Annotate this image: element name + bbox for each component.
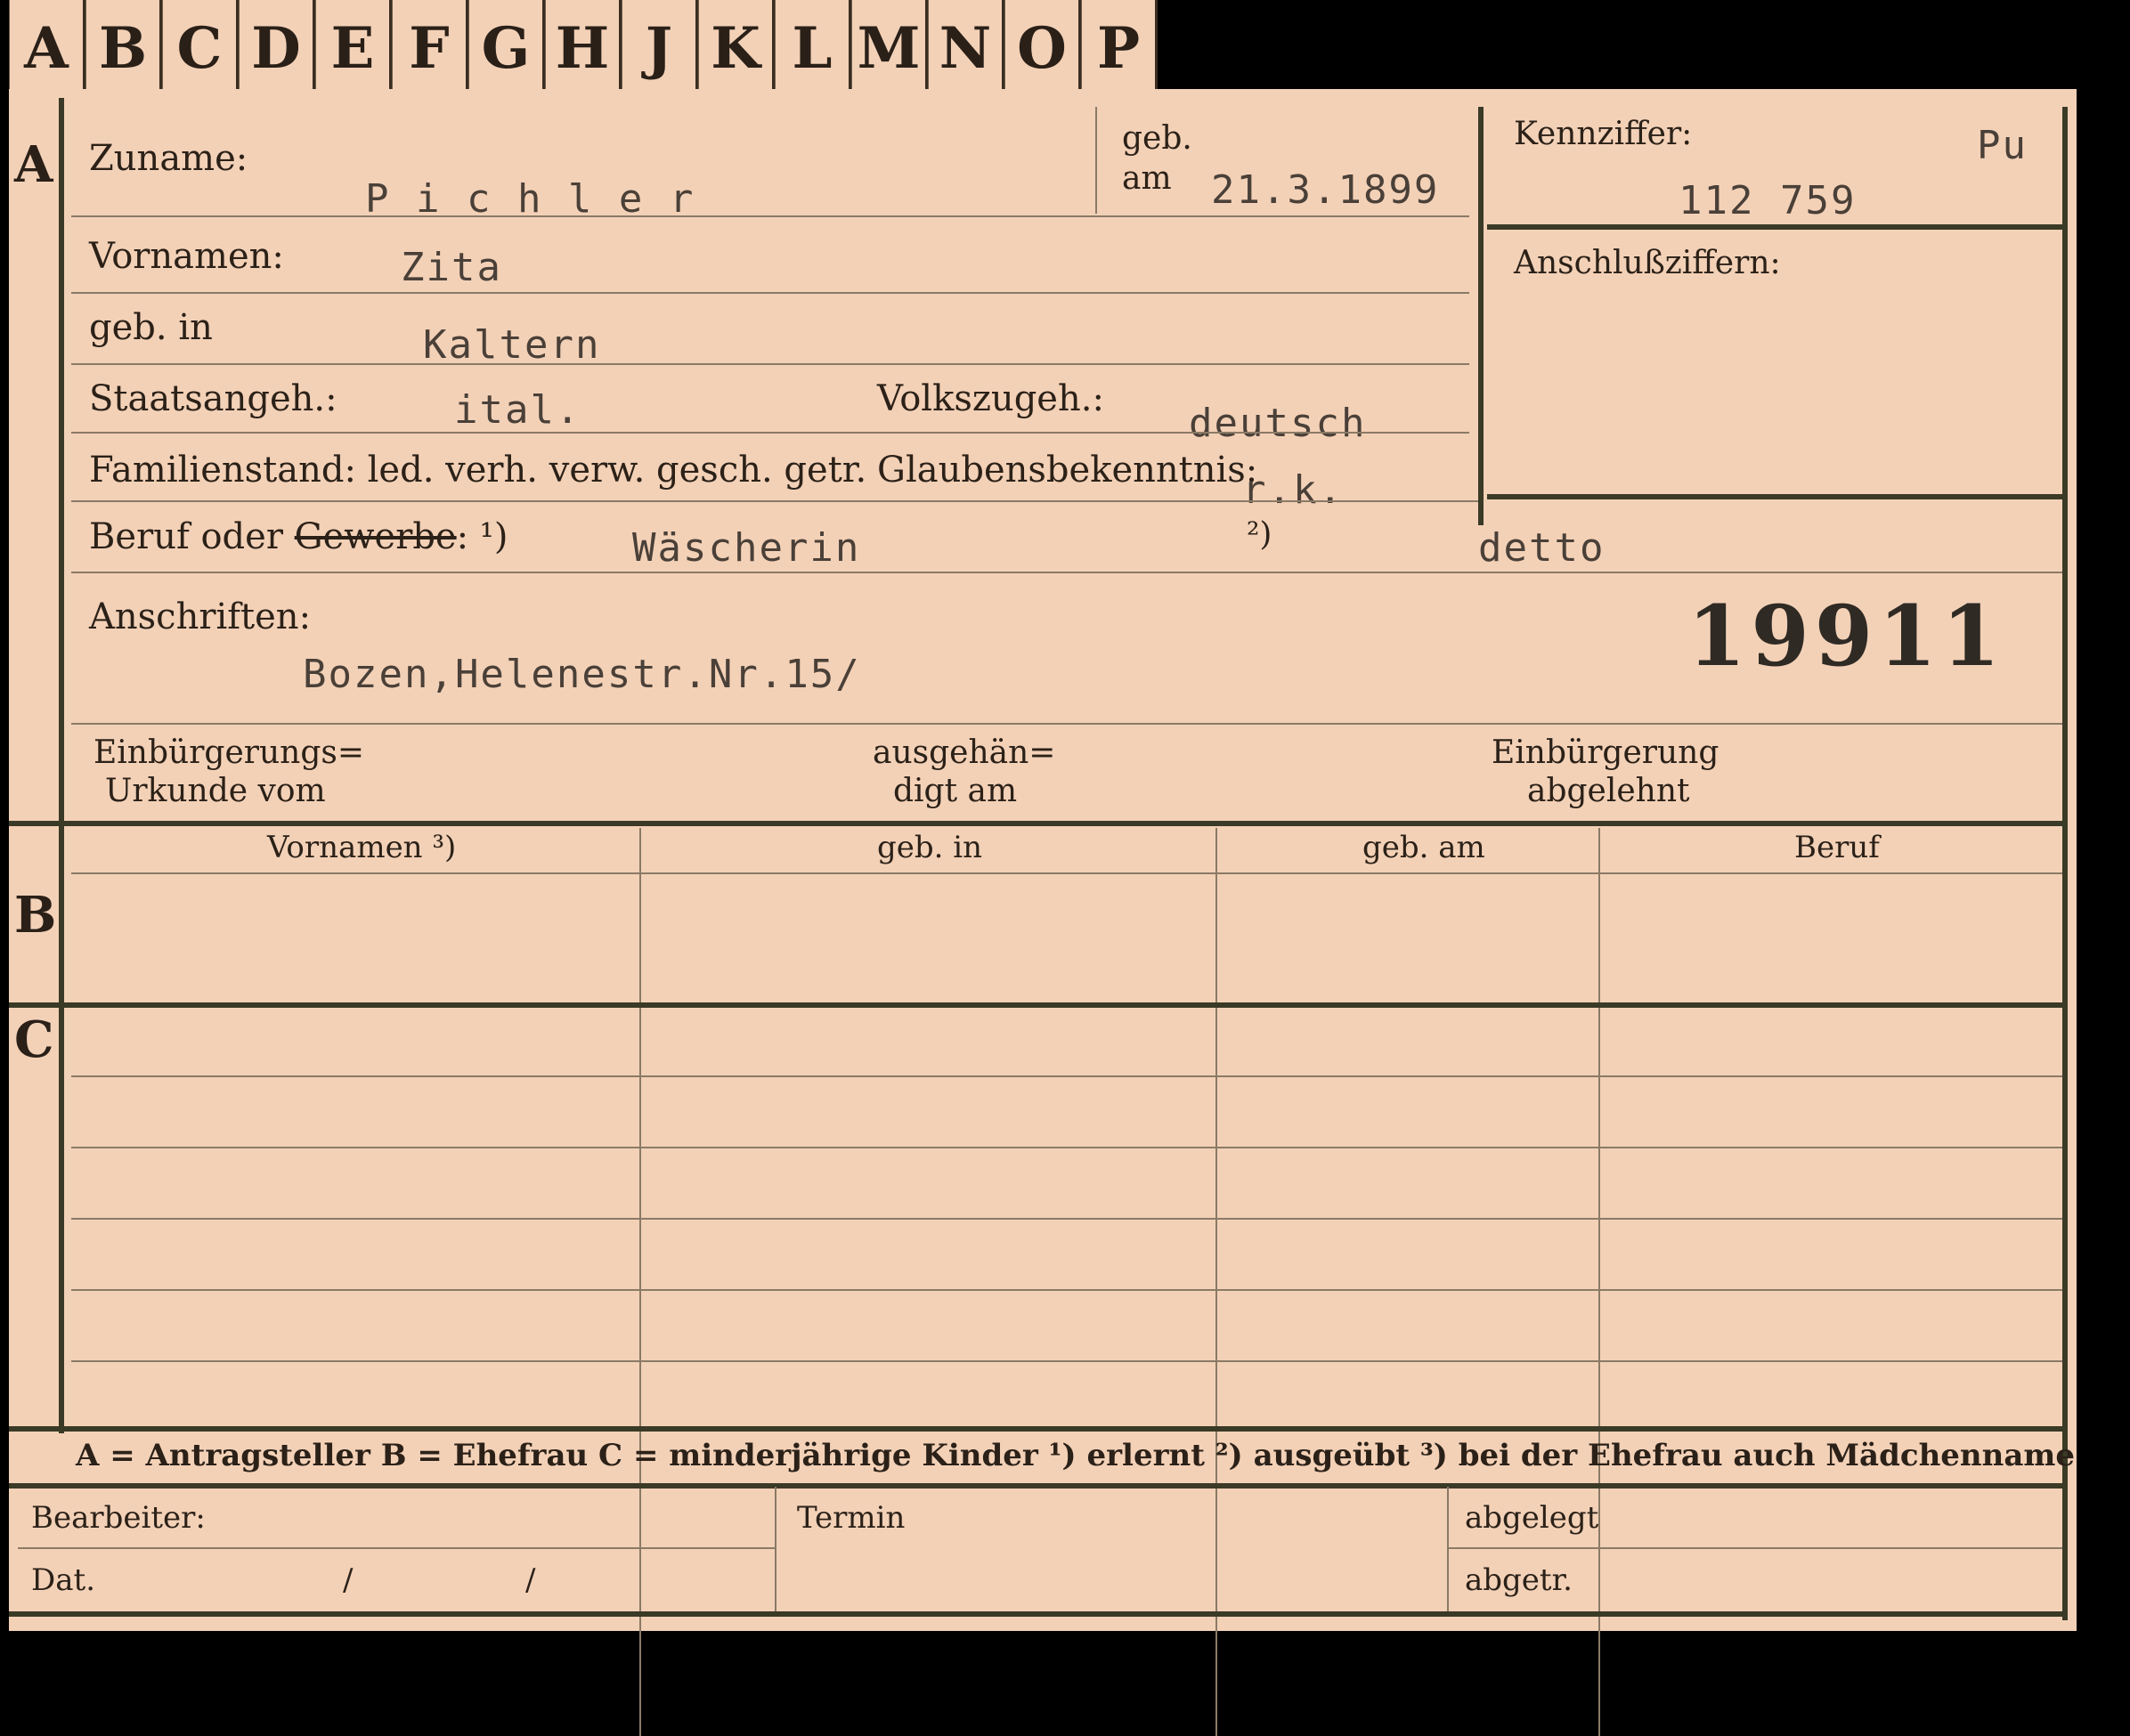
index-tab-l[interactable]: L <box>775 0 851 96</box>
divider <box>1095 107 1097 214</box>
staatsangeh-value: ital. <box>454 387 581 433</box>
legend: A = Antragsteller B = Ehefrau C = minder… <box>76 1438 2075 1473</box>
index-tab-c[interactable]: C <box>162 0 239 96</box>
volkszugeh-label: Volkszugeh.: <box>877 378 1104 419</box>
col-divider <box>1215 828 1217 1736</box>
col-beruf-header: Beruf <box>1794 830 1880 865</box>
row-line <box>71 1075 2062 1077</box>
index-tab-d[interactable]: D <box>239 0 315 96</box>
familienstand-label: Familienstand: led. verh. verw. gesch. g… <box>89 450 867 491</box>
termin-label: Termin <box>797 1500 906 1536</box>
row-line <box>71 1218 2062 1220</box>
section-a-marker: A <box>14 135 53 194</box>
card-bottom-border <box>9 1611 2068 1617</box>
gewerbe-struck: Gewerbe <box>294 516 457 557</box>
header-line <box>71 872 2062 874</box>
legend-bottom-border <box>9 1483 2062 1489</box>
abgetr-label: abgetr. <box>1465 1562 1573 1598</box>
index-tab-g[interactable]: G <box>468 0 545 96</box>
beruf-ausgeuebt-value: detto <box>1478 525 1606 571</box>
ausgehaengt-label-1: ausgehän= <box>873 734 1056 771</box>
section-divider-bc <box>9 1002 2062 1008</box>
am-label: am <box>1122 160 1172 197</box>
index-tab-o[interactable]: O <box>1004 0 1081 96</box>
index-tab-m[interactable]: M <box>851 0 928 96</box>
index-tabs: ABCDEFGHJKLMNOP <box>9 0 1158 102</box>
line <box>71 363 1469 365</box>
beruf-note: : ¹) <box>456 516 508 557</box>
col-divider <box>639 828 641 1736</box>
line <box>18 1547 775 1549</box>
index-tab-f[interactable]: F <box>392 0 468 96</box>
date-slash: / <box>525 1562 536 1598</box>
col-divider <box>1598 828 1600 1736</box>
kennziffer-box-left <box>1478 107 1484 525</box>
col-divider <box>775 1487 776 1611</box>
geb-label: geb. <box>1122 120 1192 157</box>
bearbeiter-label: Bearbeiter: <box>31 1500 206 1536</box>
col-vornamen-header: Vornamen ³) <box>267 830 457 865</box>
index-tab-k[interactable]: K <box>698 0 775 96</box>
anschrift-value: Bozen,Helenestr.Nr.15/ <box>303 652 861 697</box>
index-tab-j[interactable]: J <box>622 0 698 96</box>
col-geb-am-header: geb. am <box>1362 830 1485 865</box>
glaubensbekenntnis-label: Glaubensbekenntnis: <box>877 450 1258 491</box>
col-geb-in-header: geb. in <box>877 830 983 865</box>
kennziffer-divider <box>1487 224 2062 230</box>
col-divider <box>1447 1487 1449 1611</box>
index-tab-a[interactable]: A <box>9 0 85 96</box>
index-tab-h[interactable]: H <box>545 0 622 96</box>
abgelegt-label: abgelegt <box>1465 1500 1599 1536</box>
volkszugeh-value: deutsch <box>1189 401 1367 446</box>
birth-date-value: 21.3.1899 <box>1211 167 1440 213</box>
geb-in-value: Kaltern <box>423 322 601 368</box>
kennziffer-code: Pu <box>1977 123 2028 168</box>
vornamen-value: Zita <box>401 245 502 290</box>
vornamen-label: Vornamen: <box>89 236 284 277</box>
note-2: ²) <box>1247 516 1272 553</box>
section-divider-ab <box>9 821 2062 826</box>
line <box>71 723 2062 725</box>
left-border <box>59 98 64 1433</box>
ausgehaengt-label-2: digt am <box>893 773 1018 809</box>
einb-urkunde-label-2: Urkunde vom <box>105 773 326 809</box>
beruf-text: Beruf oder <box>89 516 295 557</box>
row-line <box>71 1289 2062 1291</box>
staatsangeh-label: Staatsangeh.: <box>89 378 337 419</box>
anschriften-label: Anschriften: <box>89 596 312 637</box>
kennziffer-value: 112 759 <box>1679 178 1857 223</box>
index-tab-n[interactable]: N <box>928 0 1004 96</box>
legend-top-border <box>9 1426 2062 1432</box>
anschlussziffern-label: Anschlußziffern: <box>1514 245 1781 281</box>
row-line <box>71 1360 2062 1362</box>
section-c-marker: C <box>14 1010 54 1069</box>
line <box>1447 1547 2062 1549</box>
einb-abgelehnt-label-1: Einbürgerung <box>1492 734 1719 771</box>
row-line <box>71 1147 2062 1148</box>
line <box>71 500 1478 502</box>
zuname-label: Zuname: <box>89 138 248 179</box>
geb-in-label: geb. in <box>89 307 213 348</box>
registration-card: A Zuname: P i c h l e r geb. am 21.3.189… <box>9 89 2077 1736</box>
line <box>71 292 1469 294</box>
line <box>71 215 1469 217</box>
einb-urkunde-label-1: Einbürgerungs= <box>93 734 365 771</box>
date-slash: / <box>343 1562 354 1598</box>
kennziffer-box-bottom <box>1487 494 2062 499</box>
line <box>71 572 2062 573</box>
right-border <box>2062 107 2068 1620</box>
dat-label: Dat. <box>31 1562 96 1598</box>
einb-abgelehnt-label-2: abgelehnt <box>1527 773 1690 809</box>
beruf-label: Beruf oder Gewerbe: ¹) <box>89 516 508 557</box>
glaubensbekenntnis-value: r.k. <box>1242 467 1344 513</box>
index-tab-p[interactable]: P <box>1081 0 1158 96</box>
index-tab-e[interactable]: E <box>315 0 392 96</box>
section-b-marker: B <box>14 886 57 945</box>
stamp-number: 19911 <box>1687 588 2006 685</box>
beruf-erlernt-value: Wäscherin <box>632 525 861 571</box>
kennziffer-label: Kennziffer: <box>1514 116 1693 152</box>
line <box>71 432 1469 434</box>
index-tab-b[interactable]: B <box>85 0 162 96</box>
